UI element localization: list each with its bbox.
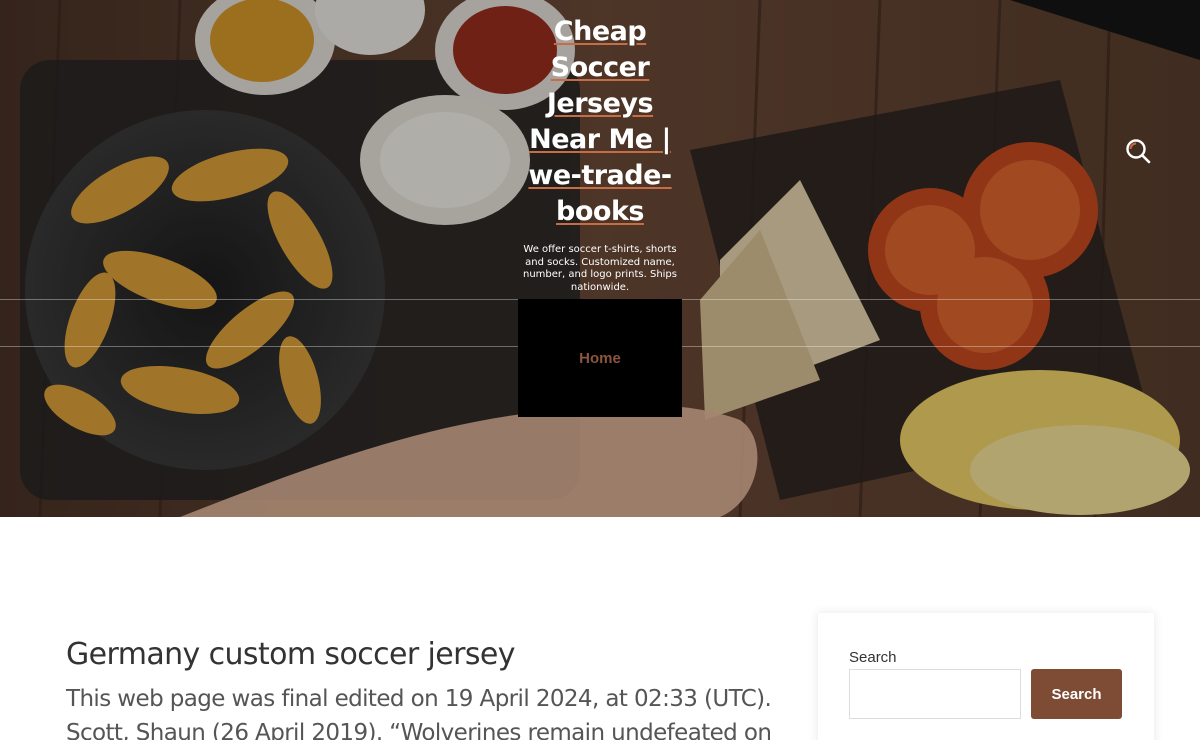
search-widget-label: Search (849, 649, 897, 666)
nav-item-home[interactable]: Home (579, 350, 621, 367)
primary-navigation: Home (518, 299, 682, 417)
article-title: Germany custom soccer jersey (66, 637, 516, 672)
article-line-1: This web page was final edited on 19 Apr… (66, 686, 772, 712)
search-button[interactable]: Search (1031, 669, 1122, 719)
article-line-2: Scott, Shaun (26 April 2019). “Wolverine… (66, 720, 772, 740)
search-toggle-button[interactable] (1124, 137, 1152, 165)
site-title-link[interactable]: Cheap Soccer Jerseys Near Me | we-trade-… (528, 16, 672, 227)
search-icon (1126, 139, 1151, 164)
search-input[interactable] (849, 669, 1021, 719)
site-title: Cheap Soccer Jerseys Near Me | we-trade-… (518, 14, 682, 230)
sidebar-search-widget: Search Search (818, 613, 1154, 740)
main-article: Germany custom soccer jersey This web pa… (66, 635, 772, 740)
site-tagline: We offer soccer t-shirts, shorts and soc… (522, 244, 677, 293)
site-branding: Cheap Soccer Jerseys Near Me | we-trade-… (518, 14, 682, 294)
site-header: Cheap Soccer Jerseys Near Me | we-trade-… (0, 0, 1200, 517)
